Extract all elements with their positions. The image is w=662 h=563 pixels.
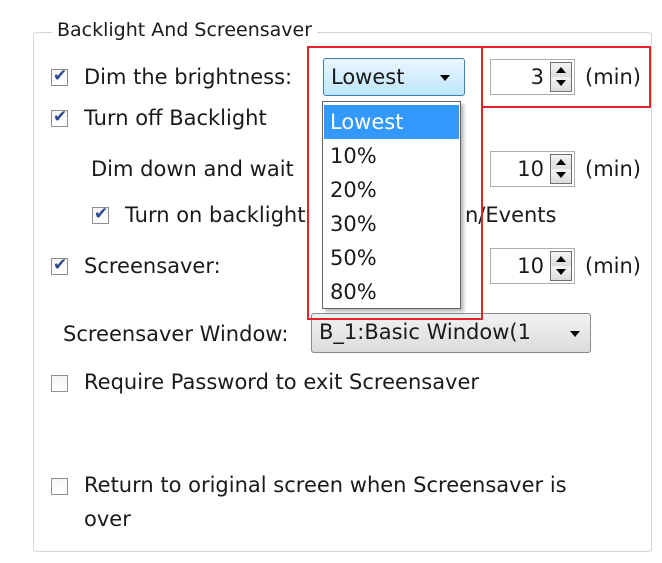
return-original-label-line2: over xyxy=(84,507,131,531)
dim-down-wait-unit: (min) xyxy=(585,157,641,181)
dim-brightness-label: Dim the brightness: xyxy=(84,65,293,89)
return-original-checkbox[interactable] xyxy=(51,478,68,495)
turn-off-backlight-checkbox[interactable] xyxy=(51,107,68,127)
screensaver-checkbox[interactable] xyxy=(51,255,68,275)
screensaver-window-label: Screensaver Window: xyxy=(63,322,289,346)
turn-on-backlight-label: Turn on backlight xyxy=(125,203,306,227)
spin-up-icon[interactable] xyxy=(551,155,571,170)
return-original-label-line1: Return to original screen when Screensav… xyxy=(84,473,567,497)
screensaver-minutes-spinner[interactable]: 10 xyxy=(490,248,575,284)
turn-off-backlight-label: Turn off Backlight xyxy=(84,106,267,130)
group-title: Backlight And Screensaver xyxy=(52,18,318,42)
dim-down-wait-minutes: 10 xyxy=(517,157,544,181)
spinner-buttons xyxy=(550,154,572,184)
screensaver-minutes: 10 xyxy=(517,254,544,278)
spin-down-icon[interactable] xyxy=(551,266,571,280)
highlight-frame-minutes xyxy=(481,46,651,108)
highlight-frame-dropdown xyxy=(307,46,483,320)
require-password-label: Require Password to exit Screensaver xyxy=(84,370,480,394)
dim-down-wait-label: Dim down and wait xyxy=(91,157,294,181)
require-password-checkbox[interactable] xyxy=(51,375,68,392)
chevron-down-icon xyxy=(570,331,580,337)
screensaver-unit: (min) xyxy=(585,254,641,278)
dim-down-wait-spinner[interactable]: 10 xyxy=(490,151,575,187)
turn-on-backlight-checkbox[interactable] xyxy=(92,204,109,224)
screensaver-label: Screensaver: xyxy=(84,254,221,278)
spin-down-icon[interactable] xyxy=(551,169,571,183)
screensaver-window-value: B_1:Basic Window(1 xyxy=(319,320,531,344)
dim-brightness-checkbox[interactable] xyxy=(51,66,68,86)
spinner-buttons xyxy=(550,251,572,281)
spin-up-icon[interactable] xyxy=(551,252,571,267)
